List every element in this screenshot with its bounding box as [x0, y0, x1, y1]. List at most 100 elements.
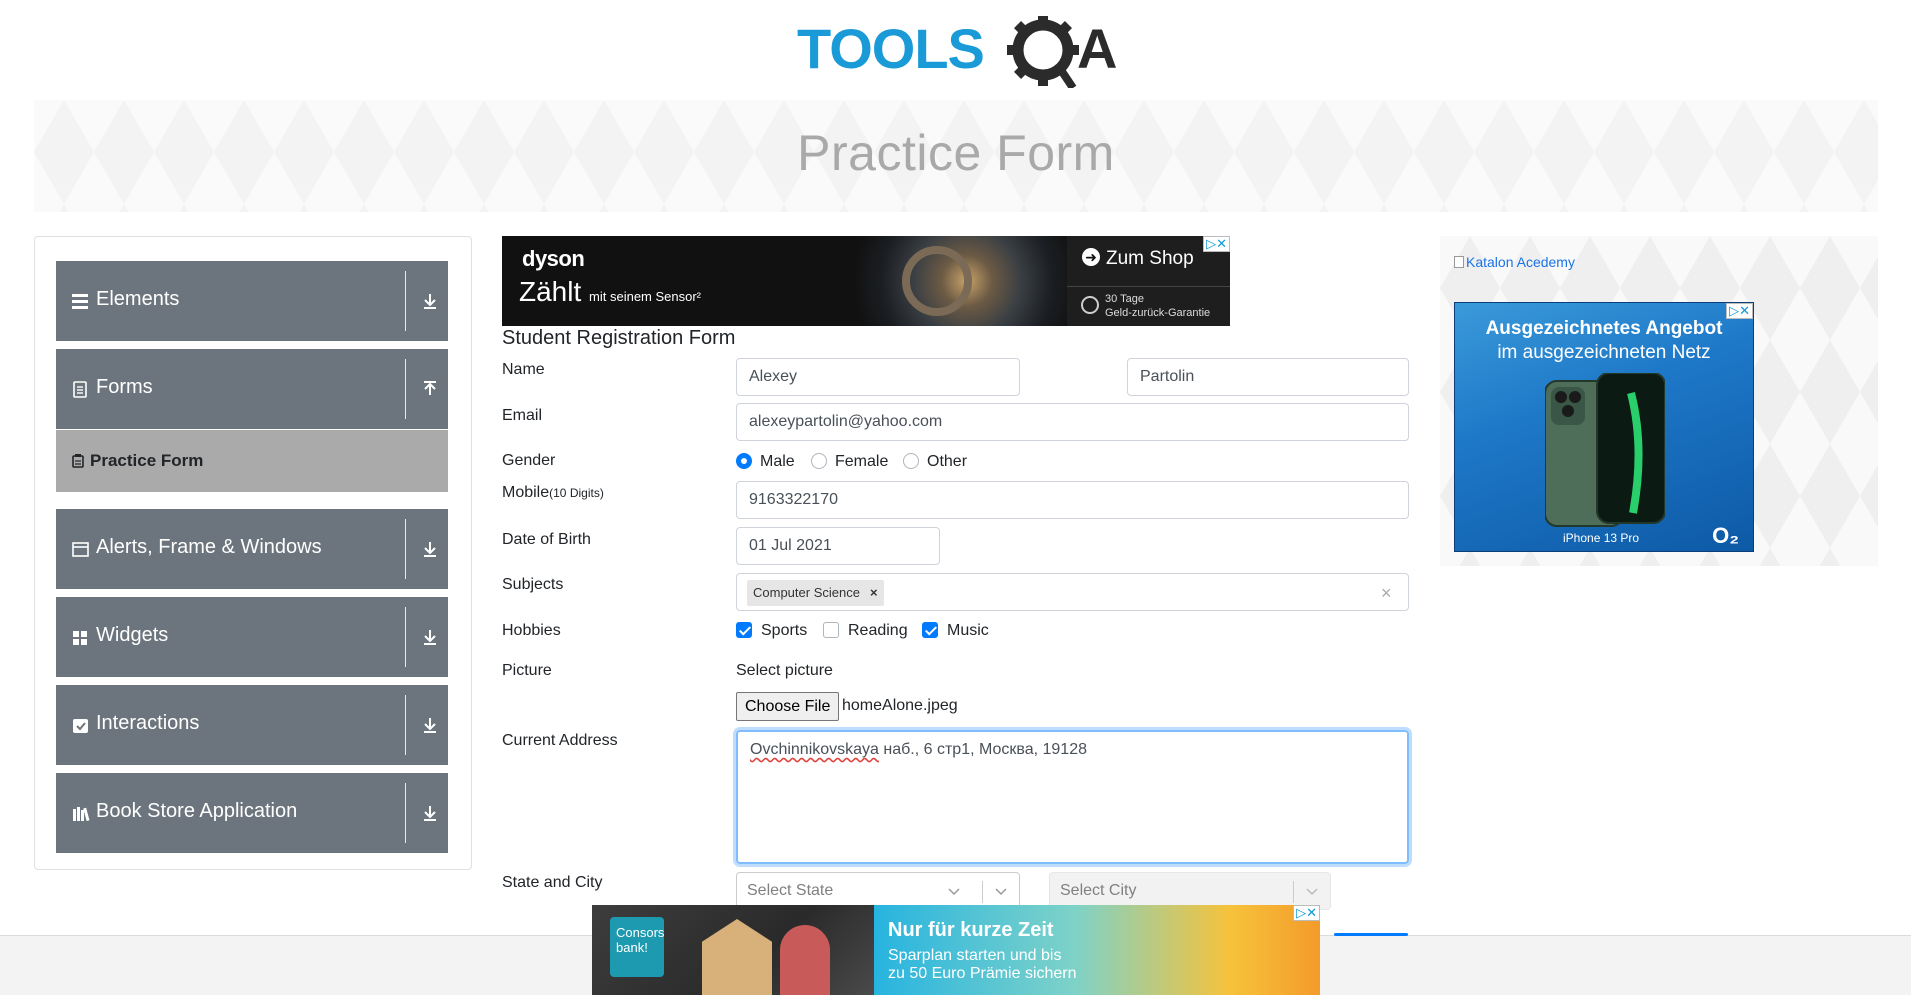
date-of-birth-input[interactable]: 01 Jul 2021	[736, 527, 940, 565]
adchoices-icon[interactable]: ▷✕	[1726, 303, 1753, 319]
divider	[405, 359, 406, 419]
email-label: Email	[502, 407, 543, 424]
consorsbank-ad-banner[interactable]: Consors bank! Nur für kurze Zeit Sparpla…	[592, 905, 1320, 995]
divider	[405, 783, 406, 843]
sidebar-group-label: Book Store Application	[96, 800, 298, 822]
consorsbank-logo: Consors bank!	[610, 917, 664, 977]
submit-button[interactable]	[1334, 933, 1408, 936]
subjects-label: Subjects	[502, 576, 564, 593]
mobile-input[interactable]: 9163322170	[736, 481, 1409, 519]
ad-cta[interactable]: ➜ Zum Shop	[1082, 248, 1194, 270]
state-placeholder: Select State	[747, 882, 834, 899]
sidebar-item-label: Practice Form	[90, 451, 204, 470]
sidebar-group-alerts[interactable]: Alerts, Frame & Windows	[56, 509, 448, 589]
gender-radio-female[interactable]: Female	[811, 453, 888, 471]
hobby-checkbox-sports[interactable]: Sports	[736, 622, 807, 640]
download-icon[interactable]	[420, 715, 440, 735]
grid-icon	[73, 631, 87, 645]
ad-guarantee: 30 Tage Geld-zurück-Garantie	[1105, 292, 1210, 320]
ad-tagline-main: Zählt	[519, 276, 582, 307]
ad-tagline-small: mit seinem Sensor²	[589, 289, 702, 304]
divider	[982, 881, 983, 903]
form-title: Student Registration Form	[502, 327, 736, 349]
sidebar-group-forms[interactable]: Forms	[56, 349, 448, 429]
chevron-down-icon[interactable]	[994, 884, 1008, 898]
chevron-down-icon[interactable]	[1305, 884, 1319, 898]
ad-brand: dyson	[522, 246, 585, 271]
subject-chip: Computer Science ×	[747, 580, 884, 606]
radio-indicator[interactable]	[811, 453, 827, 469]
hobby-checkbox-music[interactable]: Music	[922, 622, 989, 640]
radio-indicator[interactable]	[903, 453, 919, 469]
radio-label: Other	[927, 453, 968, 470]
ad-tagline: Zählt mit seinem Sensor²	[519, 276, 701, 308]
sidebar-group-widgets[interactable]: Widgets	[56, 597, 448, 677]
checkbox-indicator[interactable]	[823, 622, 839, 638]
hobbies-label: Hobbies	[502, 622, 561, 639]
sidebar-group-elements[interactable]: Elements	[56, 261, 448, 341]
sidebar-group-label: Elements	[96, 288, 180, 310]
window-icon	[72, 542, 89, 557]
last-name-input[interactable]: Partolin	[1127, 358, 1409, 396]
address-label: Current Address	[502, 732, 618, 749]
ad-product-ring	[902, 246, 972, 316]
mobile-label-text: Mobile	[502, 484, 550, 501]
divider	[405, 519, 406, 579]
current-address-textarea[interactable]: Ovchinnikovskaya наб., 6 стр1, Москва, 1…	[736, 730, 1409, 864]
download-icon[interactable]	[420, 627, 440, 647]
adchoices-icon[interactable]: ▷✕	[1203, 236, 1230, 252]
dob-label: Date of Birth	[502, 531, 591, 548]
refresh-icon	[1081, 296, 1099, 314]
checkbox-label: Music	[947, 622, 989, 639]
arrow-right-icon: ➜	[1082, 248, 1100, 266]
mobile-label: Mobile(10 Digits)	[502, 484, 604, 502]
checkbox-label: Reading	[848, 622, 908, 639]
address-text: наб., 6 стр1, Москва, 19128	[878, 741, 1087, 758]
chevron-down-icon	[948, 888, 960, 896]
hobby-checkbox-reading[interactable]: Reading	[823, 622, 908, 640]
picture-label: Picture	[502, 662, 552, 679]
ad-headline: Ausgezeichnetes Angebot im ausgezeichnete…	[1455, 317, 1753, 365]
sidebar-group-label: Widgets	[96, 624, 169, 646]
sidebar-group-book-store[interactable]: Book Store Application	[56, 773, 448, 853]
o2-ad-banner[interactable]: Ausgezeichnetes Angebot im ausgezeichnete…	[1454, 302, 1754, 552]
gender-radio-other[interactable]: Other	[903, 453, 967, 471]
toolsqa-logo[interactable]: TOOLS A	[797, 14, 1119, 91]
clear-subjects-icon[interactable]: ×	[1381, 583, 1392, 604]
first-name-input[interactable]: Alexey	[736, 358, 1020, 396]
sidebar-group-interactions[interactable]: Interactions	[56, 685, 448, 765]
download-icon[interactable]	[420, 803, 440, 823]
o2-logo: O₂	[1712, 523, 1739, 548]
gender-label: Gender	[502, 452, 556, 469]
ad-headline-line2: im ausgezeichneten Netz	[1497, 342, 1711, 363]
checkbox-indicator[interactable]	[736, 622, 752, 638]
ad-model: iPhone 13 Pro	[1563, 531, 1640, 545]
email-input[interactable]: alexeypartolin@yahoo.com	[736, 403, 1409, 441]
katalon-alt-text: Katalon Acedemy	[1466, 254, 1575, 270]
interaction-icon	[73, 719, 88, 733]
download-icon[interactable]	[420, 539, 440, 559]
address-misspelled-word: Ovchinnikovskaya	[750, 741, 879, 758]
adchoices-icon[interactable]: ▷✕	[1293, 905, 1320, 921]
subject-chip-label: Computer Science	[753, 585, 860, 600]
ad-text-panel: Nur für kurze Zeit Sparplan starten und …	[874, 905, 1320, 995]
katalon-academy-link[interactable]: Katalon Acedemy	[1454, 254, 1575, 270]
checkbox-indicator[interactable]	[922, 622, 938, 638]
sidebar-item-practice-form[interactable]: Practice Form	[56, 430, 448, 492]
sidebar-group-label: Forms	[96, 376, 153, 398]
city-placeholder: Select City	[1060, 882, 1137, 899]
ad-image-person	[780, 925, 830, 995]
upload-icon[interactable]	[420, 379, 440, 399]
remove-chip-icon[interactable]: ×	[870, 585, 878, 600]
download-icon[interactable]	[420, 291, 440, 311]
sidebar-group-label: Interactions	[96, 712, 200, 734]
ad-guarantee-line1: 30 Tage	[1105, 293, 1144, 305]
right-ad-panel: Katalon Acedemy Ausgezeichnetes Angebot i…	[1440, 236, 1878, 566]
sidebar: Elements Forms Practice Form Alerts, Fra…	[34, 236, 472, 870]
ad-guarantee-line2: Geld-zurück-Garantie	[1105, 307, 1211, 319]
choose-file-button[interactable]: Choose File	[736, 692, 840, 721]
dyson-ad-banner[interactable]: dyson Zählt mit seinem Sensor² ➜ Zum Shop…	[502, 236, 1230, 326]
radio-indicator[interactable]	[736, 453, 752, 469]
gender-radio-male[interactable]: Male	[736, 453, 795, 471]
svg-text:A: A	[1077, 17, 1117, 80]
